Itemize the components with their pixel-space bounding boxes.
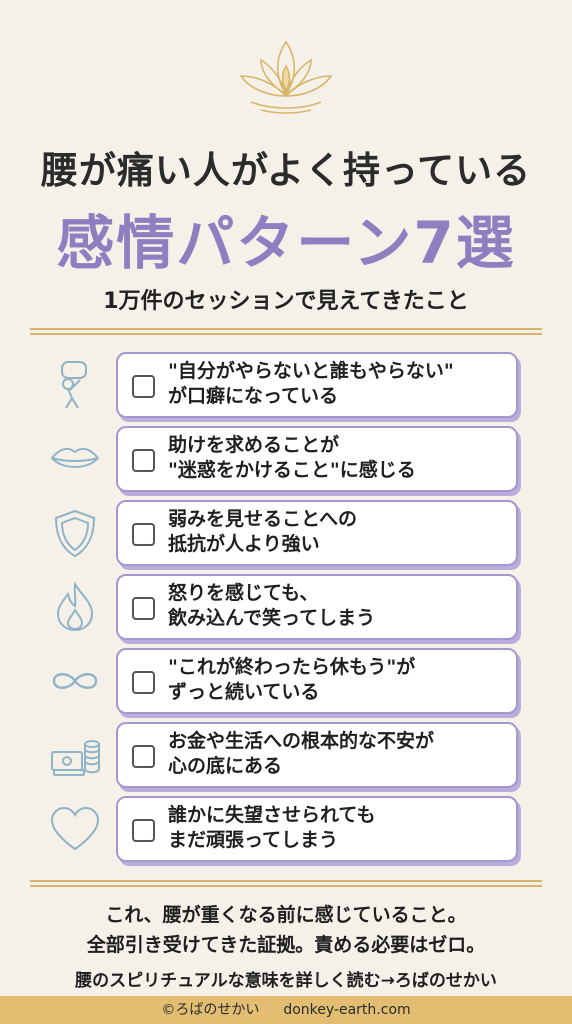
checkbox[interactable] [132, 523, 155, 546]
lips-icon [48, 434, 102, 484]
flame-icon [48, 582, 102, 632]
infinity-icon [48, 656, 102, 706]
checklist-item: 弱みを見せることへの 抵抗が人より強い [0, 500, 572, 566]
item-text-line2: が口癖になっている [168, 385, 339, 407]
read-more-link[interactable]: 腰のスピリチュアルな意味を詳しく読む→ろばのせかい [0, 966, 572, 991]
checklist-card[interactable]: 怒りを感じても、 飲み込んで笑ってしまう [116, 574, 518, 640]
footer-copyright: ©ろばのせかい [161, 1002, 260, 1018]
item-text-line2: 飲み込んで笑ってしまう [168, 607, 376, 629]
checkbox[interactable] [132, 375, 155, 398]
shield-icon [48, 508, 102, 558]
checklist-card[interactable]: お金や生活への根本的な不安が 心の底にある [116, 722, 518, 788]
item-text-line2: 抵抗が人より強い [168, 533, 320, 555]
item-text-line1: "自分がやらないと誰もやらない" [168, 360, 454, 382]
checklist-item: 怒りを感じても、 飲み込んで笑ってしまう [0, 574, 572, 640]
divider-top [30, 328, 542, 335]
page-title: 腰が痛い人がよく持っている [40, 149, 532, 192]
closing-line1: これ、腰が重くなる前に感じていること。 [105, 904, 467, 926]
page-title-highlight: 感情パターン7選 [56, 209, 516, 277]
carrying-burden-icon [48, 360, 102, 410]
item-text-line1: 怒りを感じても、 [168, 582, 319, 604]
checklist-card[interactable]: 弱みを見せることへの 抵抗が人より強い [116, 500, 518, 566]
item-text-line1: "これが終わったら休もう"が [168, 656, 416, 678]
checklist-item: 誰かに失望させられても まだ頑張ってしまう [0, 796, 572, 862]
footer-bar: ©ろばのせかい donkey-earth.com [0, 996, 572, 1024]
money-coins-icon [48, 730, 102, 780]
item-text-line1: お金や生活への根本的な不安が [168, 730, 435, 752]
item-text-line2: まだ頑張ってしまう [168, 829, 339, 851]
lotus-flame-icon [231, 36, 341, 120]
footer-domain-link[interactable]: donkey-earth.com [283, 1002, 410, 1018]
divider-bottom [30, 880, 542, 887]
checkbox[interactable] [132, 597, 155, 620]
page-subtitle: 1万件のセッションで見えてきたこと [103, 289, 469, 314]
checklist-item: "これが終わったら休もう"が ずっと続いている [0, 648, 572, 714]
checklist-card[interactable]: "自分がやらないと誰もやらない" が口癖になっている [116, 352, 518, 418]
checklist-item: "自分がやらないと誰もやらない" が口癖になっている [0, 352, 572, 418]
checkbox[interactable] [132, 671, 155, 694]
checklist-card[interactable]: 助けを求めることが "迷惑をかけること"に感じる [116, 426, 518, 492]
item-text-line2: ずっと続いている [168, 681, 320, 703]
item-text-line2: "迷惑をかけること"に感じる [168, 459, 416, 481]
closing-line2: 全部引き受けてきた証拠。責める必要はゼロ。 [86, 934, 486, 956]
item-text-line2: 心の底にある [168, 755, 283, 777]
item-text-line1: 助けを求めることが [168, 434, 340, 456]
item-text-line1: 弱みを見せることへの [168, 508, 358, 530]
checkbox[interactable] [132, 745, 155, 768]
checklist-card[interactable]: "これが終わったら休もう"が ずっと続いている [116, 648, 518, 714]
checklist-card[interactable]: 誰かに失望させられても まだ頑張ってしまう [116, 796, 518, 862]
item-text-line1: 誰かに失望させられても [168, 804, 376, 826]
checklist-item: 助けを求めることが "迷惑をかけること"に感じる [0, 426, 572, 492]
closing-message: これ、腰が重くなる前に感じていること。 全部引き受けてきた証拠。責める必要はゼロ… [0, 900, 572, 960]
checklist-item: お金や生活への根本的な不安が 心の底にある [0, 722, 572, 788]
checkbox[interactable] [132, 819, 155, 842]
heart-icon [48, 804, 102, 854]
checkbox[interactable] [132, 449, 155, 472]
